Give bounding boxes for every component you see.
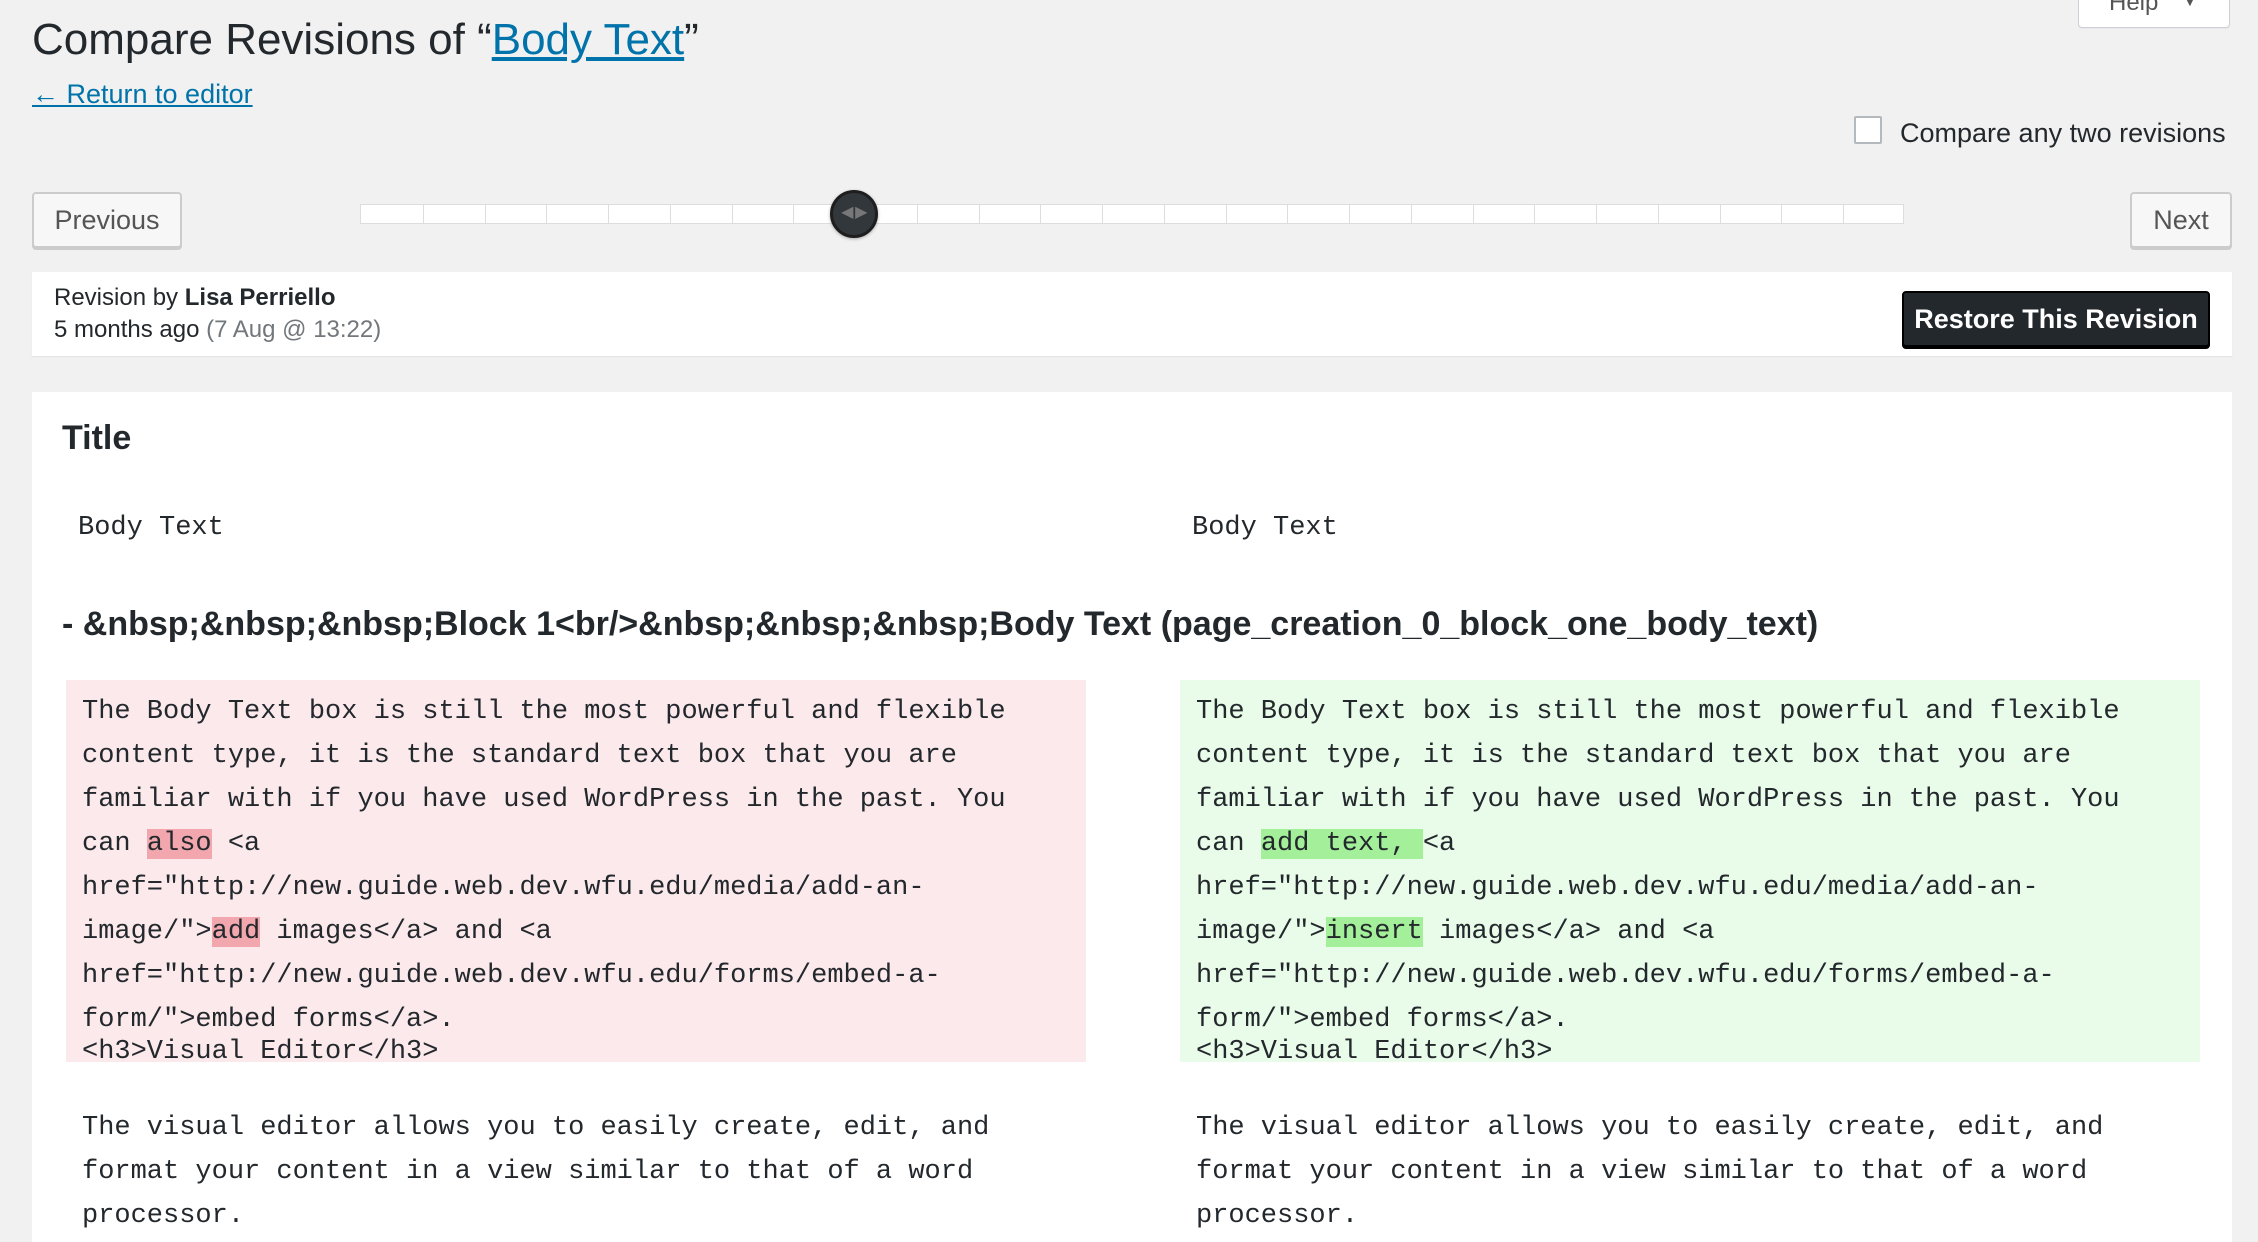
diff-context-left: The visual editor allows you to easily c… bbox=[82, 1113, 1006, 1231]
revision-ago: 5 months ago bbox=[54, 316, 200, 343]
revision-author-line: Revision by Lisa Perriello bbox=[54, 282, 335, 314]
slider-tick bbox=[1163, 205, 1165, 223]
diff-context-left: <h3>Visual Editor</h3> bbox=[82, 1037, 439, 1067]
previous-button[interactable]: Previous bbox=[32, 192, 182, 248]
slider-tick bbox=[1225, 205, 1227, 223]
page-title: Compare Revisions of “Body Text” bbox=[32, 12, 699, 68]
slider-tick bbox=[916, 205, 918, 223]
revision-date: (7 Aug @ 13:22) bbox=[206, 316, 382, 343]
slider-tick bbox=[1410, 205, 1412, 223]
return-to-editor-link[interactable]: ← Return to editor bbox=[32, 76, 253, 112]
caret-down-icon: ▼ bbox=[2183, 0, 2197, 9]
slider-tick bbox=[1040, 205, 1042, 223]
slider-tick bbox=[1349, 205, 1351, 223]
revision-author: Lisa Perriello bbox=[184, 284, 336, 311]
deleted-word: add bbox=[211, 917, 261, 947]
page-title-prefix: Compare Revisions of “ bbox=[32, 15, 492, 64]
page-title-suffix: ” bbox=[684, 15, 699, 64]
diff-added-block: The Body Text box is still the most powe… bbox=[1180, 680, 2200, 1062]
revision-date-line: 5 months ago (7 Aug @ 13:22) bbox=[54, 314, 381, 346]
revision-by-label: Revision by bbox=[54, 284, 179, 311]
slider-tick bbox=[1596, 205, 1598, 223]
slider-tick bbox=[1657, 205, 1659, 223]
slider-tick bbox=[1781, 205, 1783, 223]
revision-slider-track[interactable] bbox=[360, 204, 1904, 224]
slider-tick bbox=[484, 205, 486, 223]
revision-slider-handle[interactable]: ◀ ▶ bbox=[830, 190, 879, 238]
arrow-right-icon: ▶ bbox=[855, 204, 868, 221]
help-tab-button[interactable]: Help ▼ bbox=[2078, 0, 2230, 28]
slider-tick bbox=[669, 205, 671, 223]
added-word: add text, bbox=[1260, 829, 1423, 859]
arrow-left-icon: ◀ bbox=[841, 204, 854, 221]
slider-tick bbox=[1843, 205, 1845, 223]
restore-revision-button[interactable]: Restore This Revision bbox=[1902, 291, 2210, 347]
slider-tick bbox=[1102, 205, 1104, 223]
help-label: Help bbox=[2109, 0, 2159, 16]
slider-tick bbox=[422, 205, 424, 223]
diff-context-right: <h3>Visual Editor</h3> bbox=[1196, 1037, 1553, 1067]
diff-deleted-block: The Body Text box is still the most powe… bbox=[66, 680, 1086, 1062]
slider-tick bbox=[608, 205, 610, 223]
revision-meta-bar: Revision by Lisa Perriello 5 months ago … bbox=[32, 272, 2232, 356]
slider-tick bbox=[546, 205, 548, 223]
title-diff-left: Body Text bbox=[78, 513, 224, 543]
compare-two-revisions-checkbox[interactable] bbox=[1854, 116, 1882, 144]
slider-tick bbox=[1534, 205, 1536, 223]
diff-panel: Title Body Text Body Text - &nbsp;&nbsp;… bbox=[32, 392, 2232, 1242]
next-button[interactable]: Next bbox=[2130, 192, 2232, 248]
diff-context-right: The visual editor allows you to easily c… bbox=[1196, 1113, 2120, 1231]
slider-tick bbox=[793, 205, 795, 223]
slider-tick bbox=[731, 205, 733, 223]
added-word: insert bbox=[1325, 917, 1423, 947]
deleted-word: also bbox=[146, 829, 212, 859]
slider-tick bbox=[1719, 205, 1721, 223]
compare-two-revisions-label[interactable]: Compare any two revisions bbox=[1900, 116, 2226, 150]
slider-tick bbox=[1472, 205, 1474, 223]
post-title-link[interactable]: Body Text bbox=[492, 15, 684, 64]
body-field-heading: - &nbsp;&nbsp;&nbsp;Block 1<br/>&nbsp;&n… bbox=[62, 605, 1819, 643]
slider-tick bbox=[978, 205, 980, 223]
title-diff-right: Body Text bbox=[1192, 513, 1338, 543]
title-field-heading: Title bbox=[62, 419, 132, 457]
slider-tick bbox=[1287, 205, 1289, 223]
